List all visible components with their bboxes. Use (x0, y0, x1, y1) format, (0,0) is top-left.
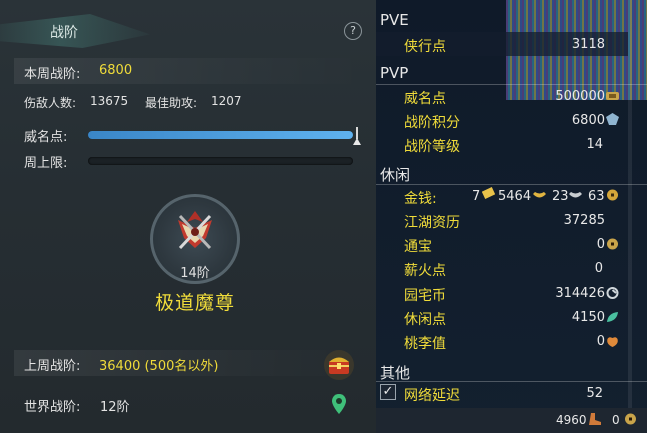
latency-label: 网络延迟 (404, 388, 460, 404)
jianghu-value: 37285 (563, 213, 605, 228)
section-pvp-title: PVP (380, 64, 409, 82)
boot-icon (589, 413, 601, 425)
divider (376, 84, 647, 85)
prestige-bar-fill (88, 131, 353, 139)
bar-end-marker-icon (353, 127, 361, 145)
scrollbar[interactable] (628, 0, 632, 408)
best-assist-label: 最佳助攻: (145, 96, 198, 110)
world-rank-label: 世界战阶: (24, 400, 81, 415)
money-copper-value: 23 (552, 189, 569, 204)
weekly-cap-bar (88, 157, 353, 165)
help-icon[interactable]: ? (344, 22, 362, 40)
yuanzhai-value: 314426 (555, 286, 605, 301)
footer-value-a: 4960 (556, 413, 587, 427)
prestige-points-label: 威名点 (404, 91, 446, 107)
rank-score-label: 战阶积分 (404, 115, 460, 131)
tongbao-value: 0 (596, 237, 605, 252)
money-coin-value: 63 (588, 189, 605, 204)
peach-icon (607, 337, 618, 347)
prestige-bar (88, 131, 353, 139)
yuanzhai-coin-icon (606, 287, 619, 299)
last-week-value: 36400 (500名以外) (99, 359, 219, 374)
rank-level-label: 战阶等级 (404, 139, 460, 155)
best-assist-value: 1207 (211, 94, 242, 108)
rank-score-icon (606, 113, 619, 125)
rank-level: 14阶 (180, 266, 210, 281)
leisure-leaf-icon (607, 312, 618, 322)
location-pin-icon[interactable] (332, 394, 346, 414)
currency-tooltip: PVE 侠行点 3118 PVP 威名点 500000 战阶积分 6800 战阶… (376, 0, 647, 433)
taoli-value: 0 (596, 334, 605, 349)
footer-value-b: 0 (612, 413, 620, 427)
weekly-rank-value: 6800 (99, 63, 133, 78)
section-leisure-title: 休闲 (380, 166, 411, 184)
section-other-title: 其他 (380, 364, 411, 382)
tongbao-label: 通宝 (404, 239, 432, 255)
rank-name: 极道魔尊 (154, 292, 235, 314)
xinhuo-label: 薪火点 (404, 263, 446, 279)
panel-title: 战阶 (50, 25, 78, 41)
rank-level-value: 14 (586, 137, 603, 152)
prestige-label: 威名点: (24, 130, 68, 145)
xiuxian-value: 4150 (571, 310, 605, 325)
footer-coin-icon (625, 413, 636, 425)
gold-sycee-icon (533, 192, 546, 198)
silver-sycee-icon (569, 192, 582, 198)
prestige-icon (606, 92, 619, 100)
tongbao-coin-icon (607, 238, 618, 250)
treasure-chest-icon[interactable] (322, 350, 356, 380)
divider (376, 381, 647, 382)
currency-footer: 4960 0 (376, 408, 647, 433)
xiuxian-label: 休闲点 (404, 312, 446, 328)
rank-emblem-icon (178, 211, 212, 250)
weekly-cap-label: 周上限: (24, 156, 68, 171)
copper-coin-icon (607, 189, 618, 201)
last-week-label: 上周战阶: (24, 359, 81, 374)
latency-value: 52 (586, 386, 603, 401)
gold-ingot-icon (482, 187, 495, 199)
enemy-count-value: 13675 (90, 94, 129, 108)
section-pve-title: PVE (380, 11, 409, 29)
divider (376, 184, 647, 185)
xiaxing-label: 侠行点 (404, 39, 446, 55)
money-label: 金钱: (404, 191, 437, 207)
weekly-rank-label: 本周战阶: (24, 67, 81, 82)
money-silver-value: 5464 (498, 189, 532, 204)
money-gold-value: 7 (472, 189, 481, 204)
taoli-label: 桃李值 (404, 336, 446, 352)
enemy-count-label: 伤敌人数: (24, 96, 77, 110)
rank-score-value: 6800 (571, 113, 605, 128)
xiaxing-value: 3118 (571, 37, 605, 52)
xinhuo-value: 0 (594, 261, 603, 276)
yuanzhai-label: 园宅币 (404, 288, 446, 304)
latency-checkbox[interactable]: ✓ (380, 384, 396, 400)
rank-panel: 战阶 ? 本周战阶: 6800 伤敌人数: 13675 最佳助攻: 1207 威… (0, 0, 376, 433)
jianghu-label: 江湖资历 (404, 215, 460, 231)
prestige-points-value: 500000 (555, 89, 605, 104)
world-rank-value: 12阶 (100, 400, 130, 415)
